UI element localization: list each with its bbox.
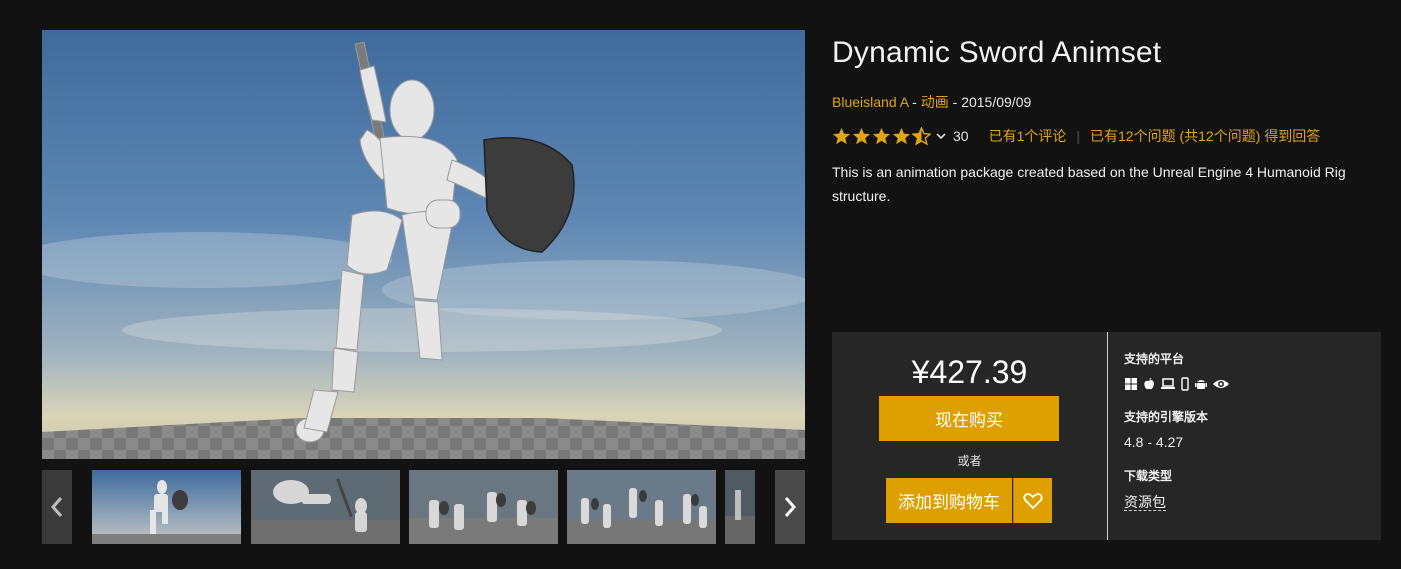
product-page: Dynamic Sword Animset Blueisland A - 动画 … xyxy=(0,0,1401,569)
star-full-icon xyxy=(832,127,851,144)
or-label: 或者 xyxy=(957,454,982,468)
rating-stars[interactable] xyxy=(832,126,931,146)
phone-icon xyxy=(1181,377,1189,391)
details-section: 支持的平台 支持的引擎版本 4.8 - 4.27 下载类型 资源包 xyxy=(1124,332,1374,540)
main-preview-image[interactable] xyxy=(42,30,805,459)
star-full-icon xyxy=(852,127,871,144)
thumbnail-4[interactable] xyxy=(567,470,716,544)
product-title: Dynamic Sword Animset xyxy=(832,36,1162,69)
laptop-icon xyxy=(1161,378,1175,389)
thumbnail-strip xyxy=(42,470,805,544)
add-to-cart-button[interactable]: 添加到购物车 xyxy=(886,478,1012,523)
seller-link[interactable]: Blueisland A xyxy=(832,94,908,110)
gallery-next-button[interactable] xyxy=(775,470,805,544)
download-type-label: 下载类型 xyxy=(1124,469,1173,483)
thumbnail-5[interactable] xyxy=(725,470,755,544)
product-description: This is an animation package created bas… xyxy=(832,164,1346,204)
release-date: 2015/09/09 xyxy=(961,94,1032,110)
questions-link[interactable]: 已有12个问题 (共12个问题) 得到回答 xyxy=(1090,126,1320,146)
product-meta: Blueisland A - 动画 - 2015/09/09 xyxy=(832,92,1031,112)
gallery-prev-button[interactable] xyxy=(42,470,72,544)
thumbnail-1[interactable] xyxy=(92,470,241,544)
platforms-label: 支持的平台 xyxy=(1124,352,1185,366)
windows-icon xyxy=(1125,378,1137,390)
engine-version-value: 4.8 - 4.27 xyxy=(1124,434,1184,450)
meta-separator: - xyxy=(908,94,921,110)
download-type-value: 资源包 xyxy=(1124,492,1166,512)
chevron-left-icon xyxy=(50,497,63,517)
wishlist-button[interactable] xyxy=(1013,478,1052,523)
android-icon xyxy=(1195,380,1207,389)
link-divider: | xyxy=(1076,128,1081,144)
panel-divider xyxy=(1107,332,1108,540)
thumbnail-2[interactable] xyxy=(251,470,400,544)
price: ¥427.39 xyxy=(911,354,1028,390)
apple-icon xyxy=(1144,377,1154,390)
buy-now-button[interactable]: 现在购买 xyxy=(879,396,1059,441)
eye-icon xyxy=(1213,380,1229,388)
rating-count: 30 xyxy=(953,128,969,144)
download-type-link[interactable]: 资源包 xyxy=(1124,494,1166,511)
reviews-link[interactable]: 已有1个评论 xyxy=(989,126,1067,146)
price-section: ¥427.39 现在购买 或者 添加到购物车 xyxy=(832,332,1107,540)
rating-row: 30 已有1个评论 | 已有12个问题 (共12个问题) 得到回答 xyxy=(832,124,1320,148)
chevron-right-icon xyxy=(784,497,797,517)
chevron-down-icon[interactable] xyxy=(935,130,947,142)
meta-separator: - xyxy=(948,94,962,110)
platform-icons xyxy=(1124,377,1230,391)
category-link[interactable]: 动画 xyxy=(921,94,949,110)
star-full-icon xyxy=(872,127,891,144)
heart-icon xyxy=(1023,492,1043,509)
star-full-icon xyxy=(892,127,911,144)
star-half-icon xyxy=(912,126,931,146)
thumbnail-3[interactable] xyxy=(409,470,558,544)
engine-version-label: 支持的引擎版本 xyxy=(1124,410,1209,424)
purchase-panel: ¥427.39 现在购买 或者 添加到购物车 支持的平台 支持的引擎版本 4.8… xyxy=(832,332,1381,540)
